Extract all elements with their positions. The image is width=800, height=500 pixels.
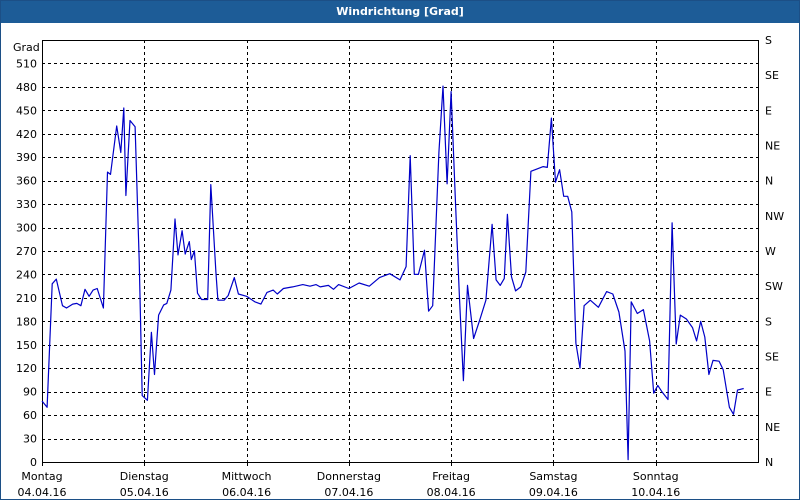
x-tick-day: Dienstag <box>120 470 169 483</box>
x-tick-date: 07.04.16 <box>324 486 373 499</box>
y-tick-label: 0 <box>30 456 37 469</box>
x-axis-ticks: Montag 04.04.16 Dienstag 05.04.16 Mittwoch 06… <box>18 462 680 499</box>
y-tick-label: 30 <box>23 433 37 446</box>
grid-lines <box>42 40 758 462</box>
y-tick-label: 300 <box>16 222 37 235</box>
right-tick-label: N <box>765 456 773 469</box>
right-tick-label: S <box>765 315 772 328</box>
x-tick-date: 10.04.16 <box>631 486 680 499</box>
right-tick-label: NW <box>765 210 784 223</box>
right-tick-label: W <box>765 245 776 258</box>
right-tick-label: NE <box>765 421 780 434</box>
right-tick-label: E <box>765 104 772 117</box>
chart-window: Windrichtung [Grad] Grad 0 30 60 90 120 150 18… <box>0 0 800 500</box>
right-tick-label: E <box>765 386 772 399</box>
right-axis-ticks: N NE E SE S SW W NW N NE E SE S <box>765 34 784 469</box>
right-tick-label: S <box>765 34 772 47</box>
y-axis-label: Grad <box>13 41 40 54</box>
x-tick-date: 06.04.16 <box>222 486 271 499</box>
y-tick-label: 210 <box>16 292 37 305</box>
x-tick-day: Montag <box>21 470 62 483</box>
y-tick-label: 510 <box>16 57 37 70</box>
y-tick-label: 330 <box>16 198 37 211</box>
x-tick-day: Sonntag <box>633 470 679 483</box>
y-tick-label: 120 <box>16 362 37 375</box>
y-tick-label: 270 <box>16 245 37 258</box>
x-tick-date: 09.04.16 <box>529 486 578 499</box>
x-tick-date: 04.04.16 <box>18 486 67 499</box>
y-tick-label: 420 <box>16 128 37 141</box>
right-tick-label: SE <box>765 351 779 364</box>
x-tick-date: 08.04.16 <box>427 486 476 499</box>
wind-direction-chart: Grad 0 30 60 90 120 150 180 210 240 270 300 330 360 3… <box>13 34 784 499</box>
x-tick-day: Freitag <box>432 470 470 483</box>
y-tick-label: 60 <box>23 409 37 422</box>
series-group <box>41 85 744 461</box>
left-axis-ticks: 0 30 60 90 120 150 180 210 240 270 300 330 360 390 420… <box>16 57 37 469</box>
y-tick-label: 480 <box>16 81 37 94</box>
y-tick-label: 450 <box>16 104 37 117</box>
right-tick-label: SW <box>765 280 783 293</box>
y-tick-label: 180 <box>16 315 37 328</box>
right-tick-label: NE <box>765 140 780 153</box>
series-line <box>41 85 744 461</box>
right-tick-label: SE <box>765 69 779 82</box>
x-tick-day: Donnerstag <box>317 470 381 483</box>
x-tick-day: Samstag <box>529 470 577 483</box>
y-tick-label: 360 <box>16 175 37 188</box>
plot-area-frame <box>42 40 759 463</box>
y-tick-label: 390 <box>16 151 37 164</box>
right-tick-label: N <box>765 175 773 188</box>
y-tick-label: 240 <box>16 268 37 281</box>
y-tick-label: 150 <box>16 339 37 352</box>
x-tick-date: 05.04.16 <box>120 486 169 499</box>
x-tick-day: Mittwoch <box>222 470 272 483</box>
y-tick-label: 90 <box>23 386 37 399</box>
